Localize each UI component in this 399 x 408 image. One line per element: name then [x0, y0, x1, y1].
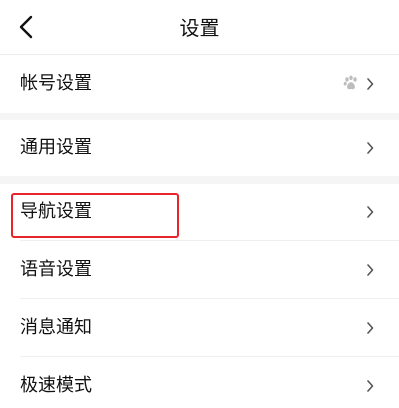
settings-screen: 设置 帐号设置 通用设置 导航设置 语音设置 消息通知 极速模式 — [0, 0, 399, 408]
paw-icon — [343, 75, 359, 91]
chevron-right-icon — [365, 262, 375, 278]
header-bar: 设置 — [0, 0, 399, 55]
menu-item-label: 语音设置 — [20, 259, 92, 280]
row-separator — [20, 240, 399, 241]
chevron-right-icon — [365, 204, 375, 220]
menu-item-message-notifications[interactable]: 消息通知 — [0, 300, 399, 356]
chevron-right-icon — [365, 320, 375, 336]
menu-item-general-settings[interactable]: 通用设置 — [0, 120, 399, 176]
menu-item-account-settings[interactable]: 帐号设置 — [0, 56, 399, 112]
section-divider — [0, 176, 399, 184]
chevron-right-icon — [365, 140, 375, 156]
row-separator — [20, 356, 399, 357]
highlight-annotation-box — [11, 193, 179, 238]
chevron-right-icon — [365, 378, 375, 394]
menu-item-label: 极速模式 — [20, 375, 92, 396]
page-title: 设置 — [179, 16, 220, 40]
menu-item-voice-settings[interactable]: 语音设置 — [0, 242, 399, 298]
menu-item-label: 通用设置 — [20, 137, 92, 158]
menu-item-label: 消息通知 — [20, 317, 92, 338]
menu-item-fast-mode[interactable]: 极速模式 — [0, 358, 399, 408]
menu-item-label: 帐号设置 — [20, 73, 92, 94]
chevron-right-icon — [365, 76, 375, 92]
row-separator — [20, 298, 399, 299]
